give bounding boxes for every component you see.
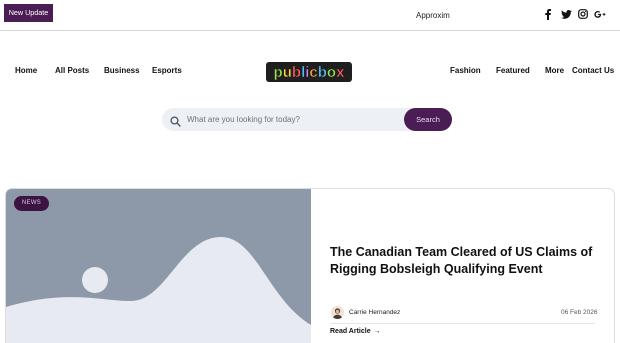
read-article-link[interactable]: Read Article → (330, 328, 381, 335)
card-divider (330, 323, 595, 324)
new-update-badge[interactable]: New Update (4, 4, 53, 22)
post-date: 06 Feb 2026 (561, 309, 598, 316)
read-article-label: Read Article (330, 328, 371, 335)
search-icon (170, 114, 181, 127)
nav-item-home[interactable]: Home (15, 66, 37, 75)
search-button[interactable]: Search (404, 108, 452, 131)
nav-item-business[interactable]: Business (104, 66, 140, 75)
facebook-icon[interactable] (541, 7, 555, 21)
nav-item-fashion[interactable]: Fashion (450, 66, 481, 75)
twitter-icon[interactable] (559, 7, 573, 21)
author-avatar (331, 306, 344, 319)
nav-item-esports[interactable]: Esports (152, 66, 182, 75)
nav-item-all-posts[interactable]: All Posts (55, 66, 89, 75)
author-name[interactable]: Carrie Hernandez (349, 309, 400, 316)
arrow-right-icon: → (373, 328, 381, 335)
top-bar: New Update Approxim (0, 0, 620, 31)
logo-text: publicbox (274, 64, 346, 81)
nav-item-more[interactable]: More (545, 66, 564, 75)
google-plus-icon[interactable] (593, 7, 607, 21)
search-input[interactable] (187, 112, 392, 127)
search-bar: Search (162, 108, 452, 131)
post-image-placeholder[interactable]: NEWS (6, 189, 311, 343)
news-ticker[interactable]: Approxim (416, 11, 451, 20)
site-logo[interactable]: publicbox (266, 62, 352, 82)
category-tag[interactable]: NEWS (14, 196, 49, 211)
nav-item-featured[interactable]: Featured (496, 66, 530, 75)
instagram-icon[interactable] (576, 7, 590, 21)
post-title[interactable]: The Canadian Team Cleared of US Claims o… (330, 244, 610, 278)
nav-item-contact-us[interactable]: Contact Us (572, 66, 614, 75)
featured-post-card: NEWS The Canadian Team Cleared of US Cla… (5, 188, 615, 343)
